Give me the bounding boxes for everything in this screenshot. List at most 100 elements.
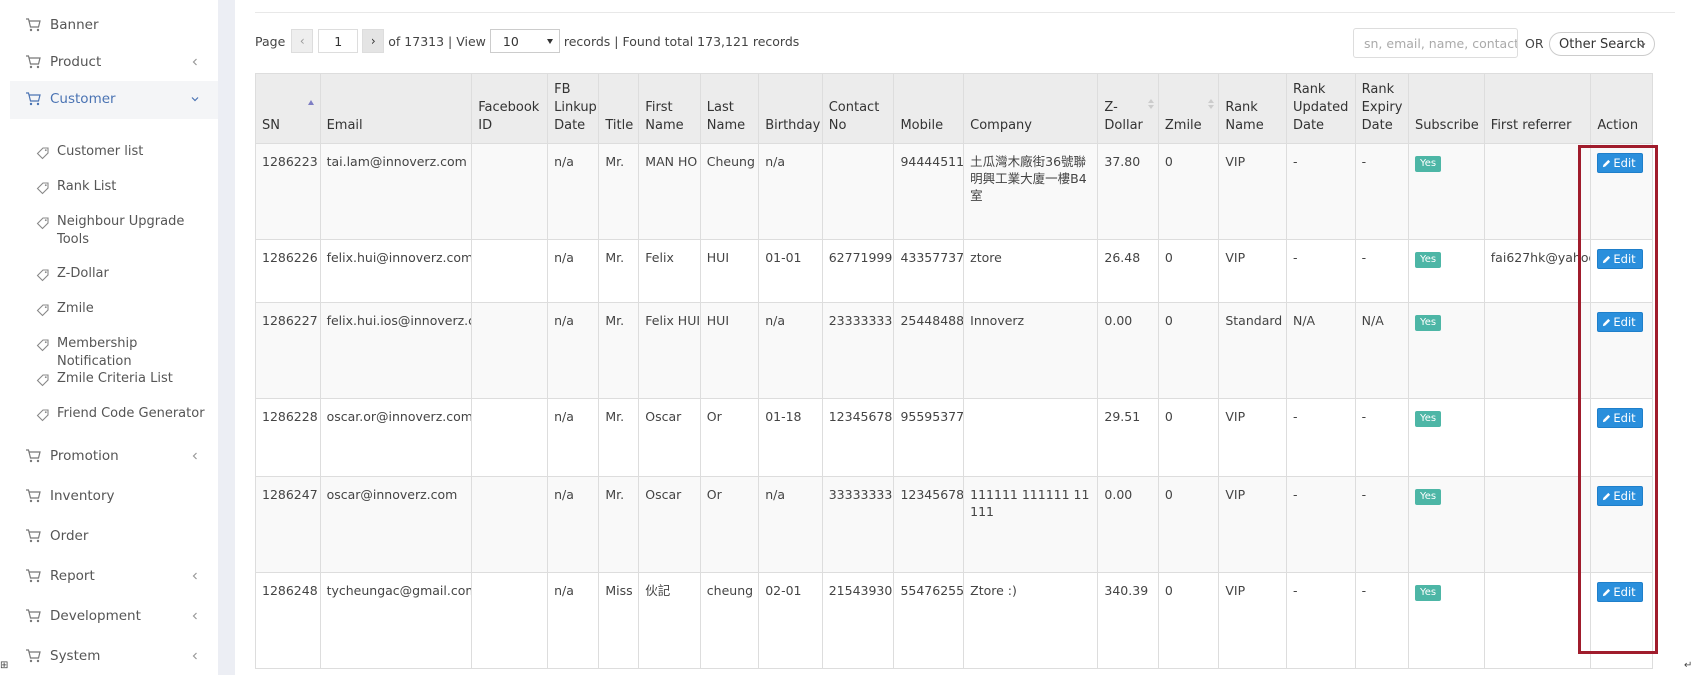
page-number-input[interactable]: 1 <box>318 29 359 53</box>
cell-sn: 1286228 <box>255 398 321 477</box>
sidebar-item-label: Order <box>50 528 89 544</box>
subscribe-badge: Yes <box>1414 411 1442 427</box>
cell-facebook-id <box>471 143 549 240</box>
column-header-email[interactable]: Email <box>319 73 473 144</box>
sidebar-item-label: Inventory <box>50 488 115 504</box>
submenu-label: Rank List <box>57 179 117 194</box>
column-label: Birthday <box>765 118 821 133</box>
cell-first-name: Oscar <box>638 476 701 573</box>
column-label: Contact No <box>828 100 880 133</box>
cell-zmile: 0 <box>1157 572 1220 669</box>
column-header-sn[interactable]: SN <box>255 73 321 144</box>
chevron-left-icon <box>192 58 197 66</box>
cell-rank-name: VIP <box>1218 143 1287 240</box>
column-label: Rank Name <box>1225 100 1264 133</box>
cell-first-referrer <box>1483 398 1592 477</box>
column-header-rank-expiry-date[interactable]: Rank Expiry Date <box>1354 73 1409 144</box>
cell-rank-updated-date: - <box>1285 239 1356 303</box>
submenu-zmile-criteria-list[interactable]: Zmile Criteria List <box>36 370 211 388</box>
cell-company: 土瓜灣木廠街36號聯明興工業大廈一樓B4室 <box>963 143 1099 240</box>
cell-facebook-id <box>471 572 549 669</box>
sidebar-item-system[interactable]: System <box>10 638 218 675</box>
column-header-mobile[interactable]: Mobile <box>893 73 965 144</box>
cell-contact-no: 21543930 <box>821 572 895 669</box>
sidebar-item-development[interactable]: Development <box>10 598 218 636</box>
cell-contact-no: 62771999 <box>821 239 895 303</box>
column-label: Mobile <box>900 118 944 133</box>
column-header-birthday[interactable]: Birthday <box>758 73 823 144</box>
tag-icon <box>36 339 49 352</box>
submenu-friend-code-generator[interactable]: Friend Code Generator <box>36 405 211 423</box>
sidebar-item-label: Promotion <box>50 448 119 464</box>
column-header-company[interactable]: Company <box>963 73 1099 144</box>
tag-icon <box>36 217 49 230</box>
column-header-rank-name[interactable]: Rank Name <box>1218 73 1287 144</box>
submenu-membership-notification[interactable]: Membership Notification <box>36 335 211 371</box>
sidebar-item-product[interactable]: Product <box>10 44 218 82</box>
cell-rank-updated-date: - <box>1285 572 1356 669</box>
page-label: Page <box>255 33 286 49</box>
column-label: Zmile <box>1164 118 1202 133</box>
cell-mobile: 25448488 <box>893 302 965 399</box>
cell-mobile: 12345678 <box>893 476 965 573</box>
submenu-rank-list[interactable]: Rank List <box>36 178 211 196</box>
column-label: Rank Updated Date <box>1292 82 1349 133</box>
sidebar-item-report[interactable]: Report <box>10 558 218 596</box>
cell-birthday: 01-01 <box>758 239 823 303</box>
prev-page-button[interactable]: ‹ <box>291 29 314 53</box>
sidebar-item-promotion[interactable]: Promotion <box>10 438 218 476</box>
column-label: SN <box>262 118 280 133</box>
return-arrow-icon: ↵ <box>1684 660 1693 671</box>
column-header-contact-no[interactable]: Contact No <box>821 73 895 144</box>
next-page-button[interactable]: › <box>362 29 385 53</box>
cart-icon <box>26 649 41 663</box>
cell-birthday: 02-01 <box>758 572 823 669</box>
submenu-customer-list[interactable]: Customer list <box>36 143 211 161</box>
cell-contact-no: 12345678 <box>821 398 895 477</box>
cell-rank-expiry-date: - <box>1354 476 1409 573</box>
column-header-z-dollar[interactable]: Z-Dollar <box>1097 73 1159 144</box>
cell-email: felix.hui.ios@innoverz.com <box>319 302 473 399</box>
column-header-first-referrer[interactable]: First referrer <box>1483 73 1592 144</box>
column-header-zmile[interactable]: Zmile <box>1157 73 1220 144</box>
cell-title: Miss <box>598 572 640 669</box>
cell-sn: 1286223 <box>255 143 321 240</box>
divider <box>255 12 1675 13</box>
column-header-title[interactable]: Title <box>598 73 640 144</box>
other-search-button[interactable]: Other Search <box>1549 32 1655 56</box>
column-header-fb-linkup-date[interactable]: FB Linkup Date <box>547 73 600 144</box>
sidebar-item-banner[interactable]: Banner <box>10 7 218 45</box>
search-input[interactable]: sn, email, name, contact <box>1353 28 1518 58</box>
submenu-neighbour-upgrade-tools[interactable]: Neighbour Upgrade Tools <box>36 213 211 249</box>
cell-fb-linkup-date: n/a <box>547 476 600 573</box>
sidebar-item-order[interactable]: Order <box>10 518 218 556</box>
per-page-select[interactable]: 10 <box>489 29 560 53</box>
sidebar-item-customer[interactable]: Customer <box>10 81 218 119</box>
cell-mobile: 94444511 <box>893 143 965 240</box>
submenu-z-dollar[interactable]: Z-Dollar <box>36 265 211 283</box>
sort-icon <box>1208 99 1215 109</box>
sort-ascending-icon <box>307 100 314 105</box>
column-label: Subscribe <box>1414 118 1479 133</box>
chevron-left-icon <box>192 612 197 620</box>
column-header-last-name[interactable]: Last Name <box>699 73 760 144</box>
cell-rank-name: VIP <box>1218 476 1287 573</box>
cell-contact-no: 33333333 <box>821 476 895 573</box>
per-page-value: 10 <box>502 33 519 49</box>
cell-rank-expiry-date: - <box>1354 239 1409 303</box>
column-header-facebook-id[interactable]: Facebook ID <box>471 73 549 144</box>
column-header-first-name[interactable]: First Name <box>638 73 701 144</box>
column-header-rank-updated-date[interactable]: Rank Updated Date <box>1285 73 1356 144</box>
sidebar-item-inventory[interactable]: Inventory <box>10 478 218 516</box>
submenu-zmile[interactable]: Zmile <box>36 300 211 318</box>
cell-birthday: 01-18 <box>758 398 823 477</box>
submenu-label: Friend Code Generator <box>57 406 205 421</box>
cell-email: oscar.or@innoverz.com <box>319 398 473 477</box>
cart-icon <box>26 529 41 543</box>
table-row: 1286227felix.hui.ios@innoverz.comn/aMr.F… <box>255 302 1653 399</box>
cart-icon <box>26 55 41 69</box>
submenu-label: Z-Dollar <box>57 266 109 281</box>
column-header-subscribe[interactable]: Subscribe <box>1407 73 1485 144</box>
sidebar-item-label: Report <box>50 568 95 584</box>
cell-zmile: 0 <box>1157 239 1220 303</box>
